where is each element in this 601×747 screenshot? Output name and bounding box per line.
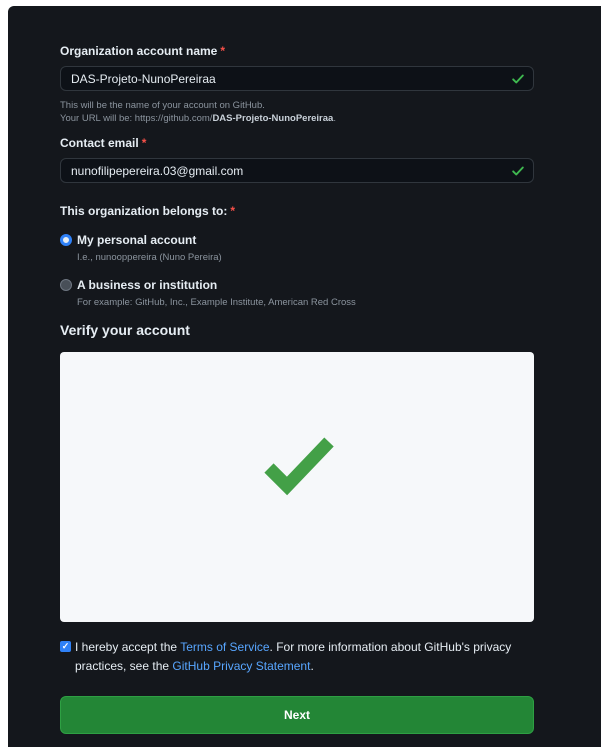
required-marker: * xyxy=(141,136,147,150)
org-name-hint: This will be the name of your account on… xyxy=(60,99,534,125)
terms-checkbox[interactable]: ✓ xyxy=(60,641,71,652)
radio-button-selected[interactable] xyxy=(60,234,72,246)
contact-email-field-wrapper xyxy=(60,158,534,183)
org-name-field-wrapper xyxy=(60,66,534,91)
belongs-to-label-text: This organization belongs to: xyxy=(60,204,228,218)
org-url-prefix: Your URL will be: https://github.com/ xyxy=(60,113,213,124)
form-panel: Organization account name* This will be … xyxy=(8,6,601,747)
radio-option-title: A business or institution xyxy=(77,278,218,292)
org-url-hint: Your URL will be: https://github.com/DAS… xyxy=(60,112,534,125)
belongs-to-label: This organization belongs to: * xyxy=(60,203,534,219)
verify-title: Verify your account xyxy=(60,322,190,338)
captcha-verification-box[interactable] xyxy=(60,352,534,622)
big-check-icon xyxy=(264,437,334,496)
required-marker: * xyxy=(220,44,226,58)
radio-button-unselected[interactable] xyxy=(60,279,72,291)
radio-option-personal[interactable]: My personal account I.e., nunooppereira … xyxy=(60,233,534,264)
next-button-label: Next xyxy=(283,708,310,722)
check-icon xyxy=(512,166,524,176)
org-name-label: Organization account name * xyxy=(60,43,534,59)
privacy-statement-link[interactable]: GitHub Privacy Statement xyxy=(172,659,310,673)
contact-email-input[interactable] xyxy=(61,159,533,182)
org-name-input[interactable] xyxy=(61,67,533,90)
next-button[interactable]: Next xyxy=(60,696,534,734)
required-marker: * xyxy=(230,204,235,218)
radio-option-title: My personal account xyxy=(77,233,197,247)
terms-text-after: . xyxy=(310,659,314,673)
org-name-hint-line1: This will be the name of your account on… xyxy=(60,100,265,111)
org-url-name: DAS-Projeto-NunoPereiraa xyxy=(212,113,334,124)
radio-option-business[interactable]: A business or institution For example: G… xyxy=(60,278,534,309)
contact-email-label-text: Contact email xyxy=(60,136,139,150)
terms-text-before: I hereby accept the xyxy=(75,640,181,654)
check-icon xyxy=(512,74,524,84)
org-url-suffix: . xyxy=(333,113,336,124)
contact-email-label: Contact email * xyxy=(60,135,534,151)
terms-of-service-link[interactable]: Terms of Service xyxy=(180,640,269,654)
terms-acceptance: ✓ I hereby accept the Terms of Service. … xyxy=(60,638,534,676)
org-setup-form: Organization account name* This will be … xyxy=(60,43,534,734)
radio-option-subtitle: For example: GitHub, Inc., Example Insti… xyxy=(77,297,356,308)
radio-option-subtitle: I.e., nunooppereira (Nuno Pereira) xyxy=(77,252,222,263)
org-name-label-text: Organization account name xyxy=(60,44,218,58)
